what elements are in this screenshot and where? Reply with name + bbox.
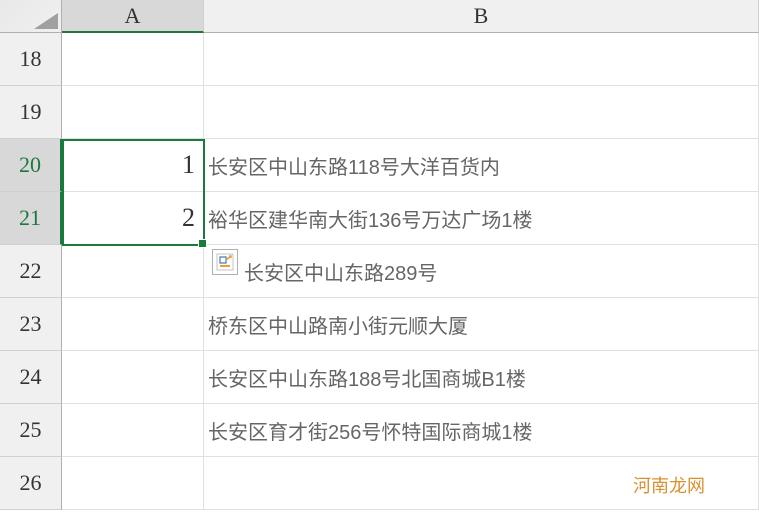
row-header-22[interactable]: 22 — [0, 245, 62, 298]
cell-b21[interactable]: 裕华区建华南大街136号万达广场1楼 — [204, 192, 759, 245]
column-header-a[interactable]: A — [62, 0, 204, 33]
column-header-b[interactable]: B — [204, 0, 759, 33]
row-header-20[interactable]: 20 — [0, 139, 62, 192]
row-header-18[interactable]: 18 — [0, 33, 62, 86]
cell-a25[interactable] — [62, 404, 204, 457]
cell-b22[interactable]: 长安区中山东路289号 — [204, 245, 759, 298]
cell-a19[interactable] — [62, 86, 204, 139]
row-header-19[interactable]: 19 — [0, 86, 62, 139]
row-header-26[interactable]: 26 — [0, 457, 62, 510]
cell-b18[interactable] — [204, 33, 759, 86]
cell-a24[interactable] — [62, 351, 204, 404]
row-header-21[interactable]: 21 — [0, 192, 62, 245]
select-all-corner[interactable] — [0, 0, 62, 33]
cell-a20[interactable]: 1 — [62, 139, 204, 192]
spreadsheet-grid: A B 18 19 20 1 长安区中山东路118号大洋百货内 21 2 裕华区… — [0, 0, 759, 510]
cell-a22[interactable] — [62, 245, 204, 298]
cell-b19[interactable] — [204, 86, 759, 139]
autofill-options-icon[interactable] — [212, 249, 238, 275]
row-header-24[interactable]: 24 — [0, 351, 62, 404]
cell-a18[interactable] — [62, 33, 204, 86]
cell-b24[interactable]: 长安区中山东路188号北国商城B1楼 — [204, 351, 759, 404]
cell-a26[interactable] — [62, 457, 204, 510]
cell-b25[interactable]: 长安区育才街256号怀特国际商城1楼 — [204, 404, 759, 457]
row-header-25[interactable]: 25 — [0, 404, 62, 457]
cell-b23[interactable]: 桥东区中山路南小街元顺大厦 — [204, 298, 759, 351]
cell-a23[interactable] — [62, 298, 204, 351]
watermark-text: 河南龙网 — [633, 472, 705, 498]
cell-a21[interactable]: 2 — [62, 192, 204, 245]
cell-b20[interactable]: 长安区中山东路118号大洋百货内 — [204, 139, 759, 192]
row-header-23[interactable]: 23 — [0, 298, 62, 351]
